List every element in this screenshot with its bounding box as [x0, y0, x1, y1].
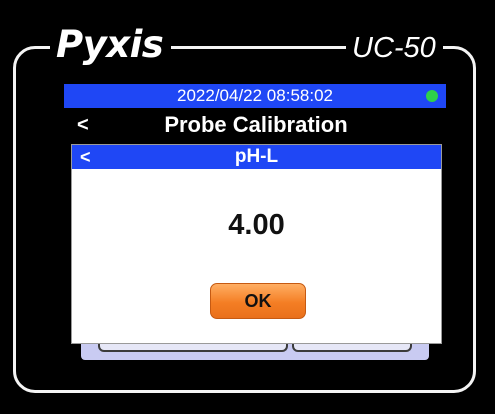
lcd-screen: 2022/04/22 08:58:02 Probe Calibration < …: [64, 84, 448, 368]
page-title: Probe Calibration: [164, 112, 348, 137]
calibration-value: 4.00: [228, 209, 285, 241]
brand-logo: Pyxis: [50, 22, 172, 68]
datetime-display: 2022/04/22 08:58:02: [177, 86, 333, 105]
status-led-icon: [426, 90, 438, 102]
dialog-title: pH-L: [234, 146, 279, 167]
status-bar: 2022/04/22 08:58:02: [64, 84, 446, 108]
title-bar: Probe Calibration <: [64, 110, 448, 140]
model-label: UC-50: [346, 30, 443, 66]
dialog-back-chevron-icon[interactable]: <: [80, 145, 91, 169]
device-bezel: Pyxis UC-50 2022/04/22 08:58:02 Probe Ca…: [0, 0, 495, 414]
calibration-dialog: pH-L < 4.00 OK: [71, 144, 442, 344]
back-chevron-icon[interactable]: <: [77, 110, 89, 140]
ok-button[interactable]: OK: [210, 283, 306, 319]
dialog-header: pH-L <: [72, 145, 441, 169]
